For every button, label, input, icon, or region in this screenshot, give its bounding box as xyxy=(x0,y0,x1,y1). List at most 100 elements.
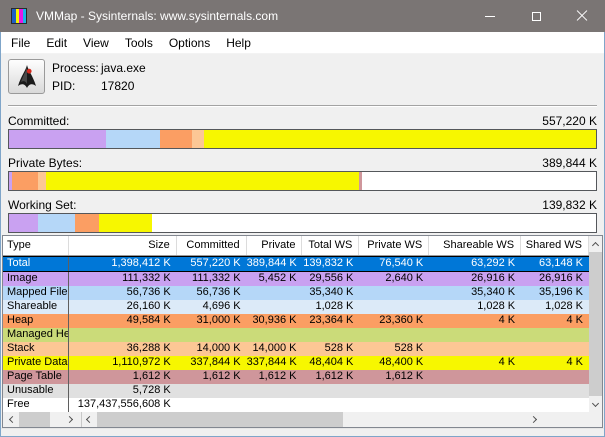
cell-committed xyxy=(177,398,247,412)
scroll-left-button[interactable] xyxy=(82,412,95,427)
column-header-total-ws[interactable]: Total WS xyxy=(302,236,359,255)
bar-segment-stack xyxy=(38,172,46,190)
cell-shared-ws: 26,916 K xyxy=(521,272,589,286)
process-label: Process: xyxy=(52,61,101,75)
table-row-heap[interactable]: Heap49,584 K31,000 K30,936 K23,364 K23,3… xyxy=(3,314,589,328)
table-row-private-data[interactable]: Private Data1,110,972 K337,844 K337,844 … xyxy=(3,356,589,370)
column-header-private-ws[interactable]: Private WS xyxy=(359,236,429,255)
working-set-bar xyxy=(8,213,597,233)
bar-segment-mapped-file xyxy=(106,130,160,148)
bar-segment-image xyxy=(9,214,38,232)
cell-size: 1,110,972 K xyxy=(69,356,177,370)
cell-committed: 56,736 K xyxy=(177,286,247,300)
window-title: VMMap - Sysinternals: www.sysinternals.c… xyxy=(36,9,467,23)
scroll-up-button[interactable] xyxy=(589,236,602,252)
scroll-down-button[interactable] xyxy=(589,396,602,412)
chevron-down-icon xyxy=(592,399,599,406)
cell-private-ws: 2,640 K xyxy=(359,272,429,286)
close-button[interactable] xyxy=(559,0,605,32)
cell-type: Heap xyxy=(3,314,69,328)
table-row-free[interactable]: Free137,437,556,608 K xyxy=(3,398,589,412)
cell-type: Free xyxy=(3,398,69,412)
java-duke-icon xyxy=(16,64,38,90)
menu-item-options[interactable]: Options xyxy=(161,33,218,53)
committed-value: 557,220 K xyxy=(542,114,597,129)
cell-total-ws: 35,340 K xyxy=(302,286,359,300)
type-column-scrollbar[interactable] xyxy=(5,412,77,427)
table-row-unusable[interactable]: Unusable5,728 K xyxy=(3,384,589,398)
cell-private-ws: 23,360 K xyxy=(359,314,429,328)
scroll-right-button[interactable] xyxy=(528,412,541,427)
column-header-shared-ws[interactable]: Shared WS xyxy=(521,236,589,255)
cell-shareable-ws xyxy=(429,328,521,342)
bar-segment-page-table xyxy=(359,172,362,190)
column-header-type[interactable]: Type xyxy=(3,236,69,255)
scroll-right-button[interactable] xyxy=(64,412,77,427)
cell-shared-ws xyxy=(521,328,589,342)
memory-bars-section: Committed:557,220 KPrivate Bytes:389,844… xyxy=(0,114,605,233)
cell-shareable-ws: 35,340 K xyxy=(429,286,521,300)
vmmap-app-icon xyxy=(11,8,27,24)
table-row-image[interactable]: Image111,332 K111,332 K5,452 K29,556 K2,… xyxy=(3,272,589,286)
cell-type: Managed Heap xyxy=(3,328,69,342)
horizontal-scroll-thumb[interactable] xyxy=(97,412,343,427)
bar-segment-image xyxy=(9,130,106,148)
table-row-total[interactable]: Total1,398,412 K557,220 K389,844 K139,83… xyxy=(3,256,589,272)
cell-size: 36,288 K xyxy=(69,342,177,356)
cell-private xyxy=(247,328,303,342)
cell-shareable-ws xyxy=(429,370,521,384)
cell-total-ws: 48,404 K xyxy=(302,356,359,370)
vertical-scrollbar[interactable] xyxy=(589,236,602,412)
menu-item-view[interactable]: View xyxy=(75,33,117,53)
private-bytes-bar xyxy=(8,171,597,191)
menu-item-tools[interactable]: Tools xyxy=(117,33,161,53)
table-row-mapped-file[interactable]: Mapped File56,736 K56,736 K35,340 K35,34… xyxy=(3,286,589,300)
column-header-size[interactable]: Size xyxy=(69,236,177,255)
committed-bar xyxy=(8,129,597,149)
table-row-stack[interactable]: Stack36,288 K14,000 K14,000 K528 K528 K xyxy=(3,342,589,356)
cell-private-ws: 76,540 K xyxy=(359,257,429,271)
cell-private: 14,000 K xyxy=(247,342,303,356)
cell-size: 111,332 K xyxy=(69,272,177,286)
pid-value: 17820 xyxy=(101,79,146,93)
cell-shared-ws: 63,148 K xyxy=(521,257,589,271)
cell-private-ws: 48,400 K xyxy=(359,356,429,370)
cell-private: 1,612 K xyxy=(247,370,303,384)
cell-committed: 4,696 K xyxy=(177,300,247,314)
cell-shared-ws xyxy=(521,370,589,384)
cell-private-ws: 1,612 K xyxy=(359,370,429,384)
chevron-right-icon xyxy=(66,416,73,423)
cell-type: Mapped File xyxy=(3,286,69,300)
vertical-scroll-thumb[interactable] xyxy=(589,252,602,396)
cell-shared-ws: 35,196 K xyxy=(521,286,589,300)
cell-private: 5,452 K xyxy=(247,272,303,286)
menu-item-file[interactable]: File xyxy=(3,33,38,53)
menu-item-edit[interactable]: Edit xyxy=(38,33,75,53)
cell-private xyxy=(247,300,303,314)
cell-private xyxy=(247,384,303,398)
cell-size: 137,437,556,608 K xyxy=(69,398,177,412)
menu-item-help[interactable]: Help xyxy=(218,33,259,53)
column-header-shareable-ws[interactable]: Shareable WS xyxy=(429,236,521,255)
scroll-left-button[interactable] xyxy=(5,412,18,427)
cell-total-ws xyxy=(302,398,359,412)
cell-total-ws xyxy=(302,328,359,342)
table-row-managed-heap[interactable]: Managed Heap xyxy=(3,328,589,342)
cell-private-ws xyxy=(359,398,429,412)
cell-shareable-ws xyxy=(429,342,521,356)
horizontal-scroll-thumb[interactable] xyxy=(19,412,50,427)
table-row-shareable[interactable]: Shareable26,160 K4,696 K1,028 K1,028 K1,… xyxy=(3,300,589,314)
cell-committed xyxy=(177,328,247,342)
minimize-button[interactable] xyxy=(467,0,513,32)
maximize-button[interactable] xyxy=(513,0,559,32)
title-bar[interactable]: VMMap - Sysinternals: www.sysinternals.c… xyxy=(0,0,605,32)
chevron-left-icon xyxy=(9,416,16,423)
cell-type: Image xyxy=(3,272,69,286)
process-icon-button[interactable] xyxy=(8,59,45,94)
values-scrollbar[interactable] xyxy=(81,412,541,427)
column-header-committed[interactable]: Committed xyxy=(177,236,247,255)
table-row-page-table[interactable]: Page Table1,612 K1,612 K1,612 K1,612 K1,… xyxy=(3,370,589,384)
cell-shared-ws: 4 K xyxy=(521,356,589,370)
bar-label-row-committed: Committed:557,220 K xyxy=(8,114,597,129)
column-header-private[interactable]: Private xyxy=(247,236,303,255)
